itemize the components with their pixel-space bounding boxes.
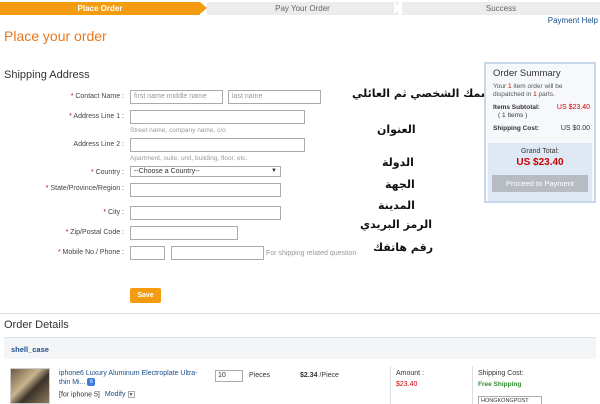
city-input[interactable] — [130, 206, 281, 220]
modify-link[interactable]: Modify — [105, 391, 126, 398]
items-subtotal-label: Items Subtotal: — [493, 104, 540, 111]
city-label: * City : — [103, 209, 124, 216]
shipping-address-heading: Shipping Address — [4, 69, 90, 81]
store-header: shell_case — [4, 337, 596, 359]
step-success: Success — [402, 2, 600, 15]
address-line2-input[interactable] — [130, 138, 305, 152]
payment-help-link[interactable]: Payment Help — [548, 16, 598, 25]
product-title-link[interactable]: iphone6 Luxury Aluminum Electroplate Ult… — [59, 369, 199, 387]
chevron-down-icon: ▼ — [271, 168, 277, 174]
product-image[interactable] — [10, 368, 50, 404]
state-input[interactable] — [130, 183, 281, 197]
shipping-method-select[interactable]: HONGKONGPOST — [478, 396, 542, 404]
items-subtotal-value: US $23.40 — [556, 104, 590, 111]
item-shipping-cost-value: Free Shipping — [478, 381, 522, 388]
step-arrow — [394, 2, 401, 14]
item-shipping-cost-label: Shipping Cost: — [478, 370, 524, 377]
divider — [390, 366, 391, 404]
address-line1-label: * Address Line 1 : — [69, 113, 124, 120]
chevron-down-icon[interactable]: ▼ — [127, 391, 135, 398]
annotation-region: الجهة — [385, 178, 415, 191]
country-select[interactable]: --Choose a Country-- ▼ — [130, 166, 281, 177]
zip-input[interactable] — [130, 226, 238, 240]
grand-total-box: Grand Total: US $23.40 Proceed to Paymen… — [488, 143, 592, 201]
first-name-input[interactable]: first name middle name — [130, 90, 223, 104]
mobile-label: * Mobile No./ Phone : — [57, 249, 124, 256]
contact-name-label: * Contact Name : — [70, 93, 124, 100]
annotation-country: الدولة — [382, 156, 414, 169]
unit-price: $2.34 /Piece — [300, 372, 339, 379]
page-title: Place your order — [4, 28, 107, 44]
grand-total-value: US $23.40 — [516, 157, 564, 168]
shipping-cost-value: US $0.00 — [560, 125, 590, 132]
step-pay-order: Pay Your Order — [207, 2, 398, 15]
annotation-city: المدينة — [378, 199, 415, 212]
proceed-to-payment-button[interactable]: Proceed to Payment — [492, 175, 588, 192]
country-label: * Country : — [90, 169, 124, 176]
annotation-phone: رقم هاتفك — [373, 241, 434, 254]
divider — [472, 366, 473, 404]
address-line1-hint: Street name, company name, c/o — [130, 127, 226, 134]
order-details-heading: Order Details — [4, 319, 69, 331]
phone-number-input[interactable] — [171, 246, 264, 260]
store-name-link[interactable]: shell_case — [11, 345, 49, 354]
product-variant: [for iphone 5] Modify ▼ — [59, 391, 135, 399]
step-place-order: Place Order — [0, 2, 200, 15]
order-summary-description: Your 1 item order will be dispatched in … — [493, 83, 563, 98]
order-summary-panel: Order Summary Your 1 item order will be … — [484, 62, 596, 203]
items-count: ( 1 Items ) — [498, 112, 528, 119]
zip-label: * Zip/Postal Code : — [65, 229, 124, 236]
address-line2-label: Address Line 2 : — [73, 141, 124, 148]
state-label: * State/Province/Region : — [45, 185, 124, 192]
amount-label: Amount : — [396, 370, 425, 377]
quantity-unit: Pieces — [249, 372, 271, 379]
order-summary-title: Order Summary — [493, 68, 561, 79]
product-badge-icon: 6 — [87, 378, 96, 387]
address-line1-input[interactable] — [130, 110, 305, 124]
step-arrow — [200, 2, 207, 14]
annotation-zip: الرمز البريدي — [360, 218, 433, 231]
grand-total-label: Grand Total: — [520, 148, 559, 155]
save-button[interactable]: Save — [130, 288, 161, 303]
amount-value: $23.40 — [396, 381, 418, 388]
annotation-name: اسمك الشخصي ثم العائلي — [352, 87, 496, 100]
shipping-cost-label: Shipping Cost: — [493, 125, 540, 132]
annotation-address: العنوان — [377, 123, 416, 136]
order-progress-steps: Place Order Pay Your Order Success — [0, 2, 600, 15]
mobile-hint: For shipping related question — [266, 250, 357, 257]
quantity-input[interactable]: 10 — [215, 370, 243, 382]
divider — [0, 313, 600, 314]
last-name-input[interactable]: last name — [228, 90, 321, 104]
phone-country-code-input[interactable] — [130, 246, 165, 260]
address-line2-hint: Apartment, suite, unit, building, floor,… — [130, 155, 248, 162]
